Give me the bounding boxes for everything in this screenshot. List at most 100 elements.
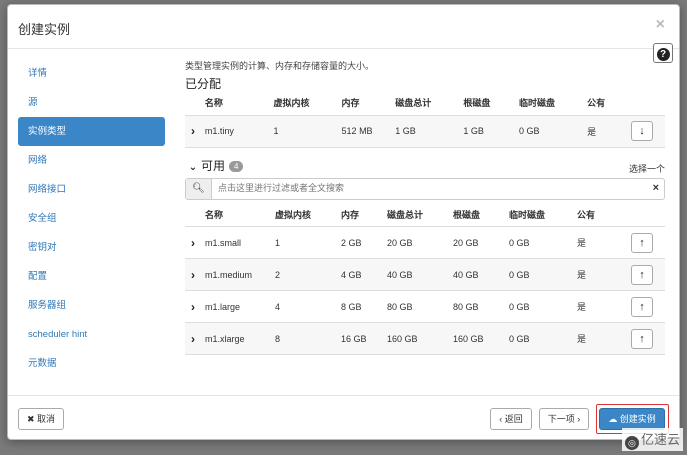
create-instance-modal: 创建实例 × ? 详情源实例类型 网络 网络接口 安全组 密钥对 配置 服务器组 schedu… bbox=[7, 4, 680, 440]
table-row[interactable]: › m1.tiny 1 512 MB 1 GB 1 GB 0 GB 是 ↓ bbox=[185, 115, 665, 148]
select-one-label: 选择一个 bbox=[628, 163, 665, 174]
column-header: 虚拟内核 bbox=[275, 202, 341, 227]
chevron-left-icon: ‹ bbox=[499, 414, 503, 424]
sidebar-item[interactable]: 密钥对 bbox=[18, 233, 165, 262]
available-title: 可用 bbox=[201, 158, 226, 173]
cell-root-disk: 20 GB bbox=[453, 226, 509, 259]
cell-total-disk: 160 GB bbox=[387, 322, 453, 355]
column-header: 磁盘总计 bbox=[387, 202, 453, 227]
cloud-upload-icon: ☁ bbox=[608, 414, 618, 424]
allocated-table: 名称 虚拟内核 内存 磁盘总计 根磁盘 临时磁盘 公有 › m1.tiny 1 512 MB 1 G… bbox=[185, 91, 665, 148]
search-input[interactable] bbox=[218, 182, 638, 193]
modal-header: 创建实例 × bbox=[8, 5, 679, 49]
table-row[interactable]: › m1.small 1 2 GB 20 GB 20 GB 0 GB 是 ↑ bbox=[185, 226, 665, 259]
column-header: 内存 bbox=[341, 91, 396, 116]
cell-name: m1.small bbox=[205, 226, 275, 259]
allocate-button[interactable]: ↑ bbox=[631, 264, 653, 285]
cell-ephemeral: 0 GB bbox=[509, 322, 577, 355]
table-row[interactable]: › m1.medium 2 4 GB 40 GB 40 GB 0 GB 是 ↑ bbox=[185, 258, 665, 291]
panel-description: 类型管理实例的计算、内存和存储容量的大小。 bbox=[185, 61, 375, 71]
column-header: 公有 bbox=[587, 91, 631, 116]
cell-public: 是 bbox=[577, 258, 622, 291]
sidebar-item[interactable]: 实例类型 bbox=[18, 117, 165, 146]
cell-ram: 8 GB bbox=[341, 290, 387, 323]
watermark-text: 亿速云 bbox=[640, 432, 680, 447]
allocate-button[interactable]: ↑ bbox=[631, 328, 653, 349]
cell-name: m1.large bbox=[205, 290, 275, 323]
flavor-panel: 类型管理实例的计算、内存和存储容量的大小。 已分配 名称 虚拟内核 内存 磁盘总计 根磁… bbox=[185, 59, 665, 355]
chevron-right-icon[interactable]: › bbox=[185, 124, 201, 138]
cell-ram: 16 GB bbox=[341, 322, 387, 355]
sidebar-item[interactable]: scheduler hint bbox=[18, 320, 165, 349]
cell-vcpus: 1 bbox=[273, 115, 342, 148]
chevron-down-icon[interactable]: ⌄ bbox=[185, 162, 201, 173]
cell-root-disk: 1 GB bbox=[463, 115, 519, 148]
cell-name: m1.medium bbox=[205, 258, 275, 291]
column-header: 内存 bbox=[341, 202, 387, 227]
allocated-title: 已分配 bbox=[185, 77, 222, 91]
cell-total-disk: 80 GB bbox=[387, 290, 453, 323]
cell-root-disk: 160 GB bbox=[453, 322, 509, 355]
cell-vcpus: 4 bbox=[275, 290, 341, 323]
action-column-header bbox=[622, 202, 665, 227]
column-header: 公有 bbox=[577, 202, 622, 227]
brand-logo-icon: ◎ bbox=[624, 436, 639, 450]
modal-title: 创建实例 bbox=[18, 22, 71, 37]
cell-public: 是 bbox=[587, 115, 631, 148]
table-row[interactable]: › m1.xlarge 8 16 GB 160 GB 160 GB 0 GB 是 ↑ bbox=[185, 322, 665, 355]
column-header: 名称 bbox=[205, 202, 275, 227]
available-table: 名称 虚拟内核 内存 磁盘总计 根磁盘 临时磁盘 公有 › m1.small 1 2 GB 20 G… bbox=[185, 202, 665, 355]
modal-footer: ✖ 取消 ‹ 返回 下一项 › ☁ 创建实例 bbox=[8, 395, 679, 439]
chevron-right-icon[interactable]: › bbox=[185, 236, 201, 250]
chevron-right-icon: › bbox=[577, 414, 581, 424]
column-header: 根磁盘 bbox=[453, 202, 509, 227]
watermark: ◎ 亿速云 bbox=[621, 428, 683, 451]
launch-instance-button[interactable]: ☁ 创建实例 bbox=[599, 408, 665, 430]
sidebar-item[interactable]: 元数据 bbox=[18, 349, 165, 378]
cell-root-disk: 80 GB bbox=[453, 290, 509, 323]
cell-ram: 512 MB bbox=[341, 115, 396, 148]
expand-column-header bbox=[185, 91, 205, 116]
next-button[interactable]: 下一项 › bbox=[539, 408, 589, 430]
allocate-button[interactable]: ↑ bbox=[631, 296, 653, 317]
clear-search-icon[interactable]: × bbox=[653, 182, 659, 194]
available-header: ⌄ 可用 4 选择一个 bbox=[185, 154, 665, 176]
cell-ram: 4 GB bbox=[341, 258, 387, 291]
sidebar-item[interactable]: 安全组 bbox=[18, 204, 165, 233]
cell-name: m1.tiny bbox=[204, 115, 274, 148]
cell-vcpus: 1 bbox=[275, 226, 341, 259]
sidebar-item[interactable]: 网络接口 bbox=[18, 175, 165, 204]
cell-public: 是 bbox=[577, 322, 622, 355]
cell-ram: 2 GB bbox=[341, 226, 387, 259]
sidebar-item[interactable]: 详情 bbox=[18, 59, 165, 88]
cell-ephemeral: 0 GB bbox=[518, 115, 588, 148]
cell-ephemeral: 0 GB bbox=[509, 290, 577, 323]
back-button[interactable]: ‹ 返回 bbox=[490, 408, 532, 430]
cell-root-disk: 40 GB bbox=[453, 258, 509, 291]
cancel-button[interactable]: ✖ 取消 bbox=[18, 408, 64, 430]
cell-name: m1.xlarge bbox=[205, 322, 275, 355]
cell-public: 是 bbox=[577, 226, 622, 259]
close-icon[interactable]: × bbox=[656, 16, 665, 34]
column-header: 虚拟内核 bbox=[273, 91, 342, 116]
cell-vcpus: 8 bbox=[275, 322, 341, 355]
available-count-badge: 4 bbox=[229, 160, 244, 172]
cell-vcpus: 2 bbox=[275, 258, 341, 291]
table-row[interactable]: › m1.large 4 8 GB 80 GB 80 GB 0 GB 是 ↑ bbox=[185, 290, 665, 323]
expand-column-header bbox=[185, 202, 205, 227]
action-column-header bbox=[631, 91, 665, 116]
cell-total-disk: 1 GB bbox=[395, 115, 464, 148]
back-label: 返回 bbox=[504, 414, 523, 424]
sidebar-item[interactable]: 配置 bbox=[18, 262, 165, 291]
sidebar-item[interactable]: 网络 bbox=[18, 146, 165, 175]
chevron-right-icon[interactable]: › bbox=[185, 300, 201, 314]
column-header: 临时磁盘 bbox=[509, 202, 577, 227]
deallocate-button[interactable]: ↓ bbox=[631, 121, 653, 141]
column-header: 名称 bbox=[204, 91, 274, 116]
chevron-right-icon[interactable]: › bbox=[185, 332, 201, 346]
sidebar-item[interactable]: 源 bbox=[18, 88, 165, 117]
chevron-right-icon[interactable]: › bbox=[185, 268, 201, 282]
allocate-button[interactable]: ↑ bbox=[631, 232, 653, 253]
next-label: 下一项 bbox=[547, 414, 575, 424]
sidebar-item[interactable]: 服务器组 bbox=[18, 291, 165, 320]
